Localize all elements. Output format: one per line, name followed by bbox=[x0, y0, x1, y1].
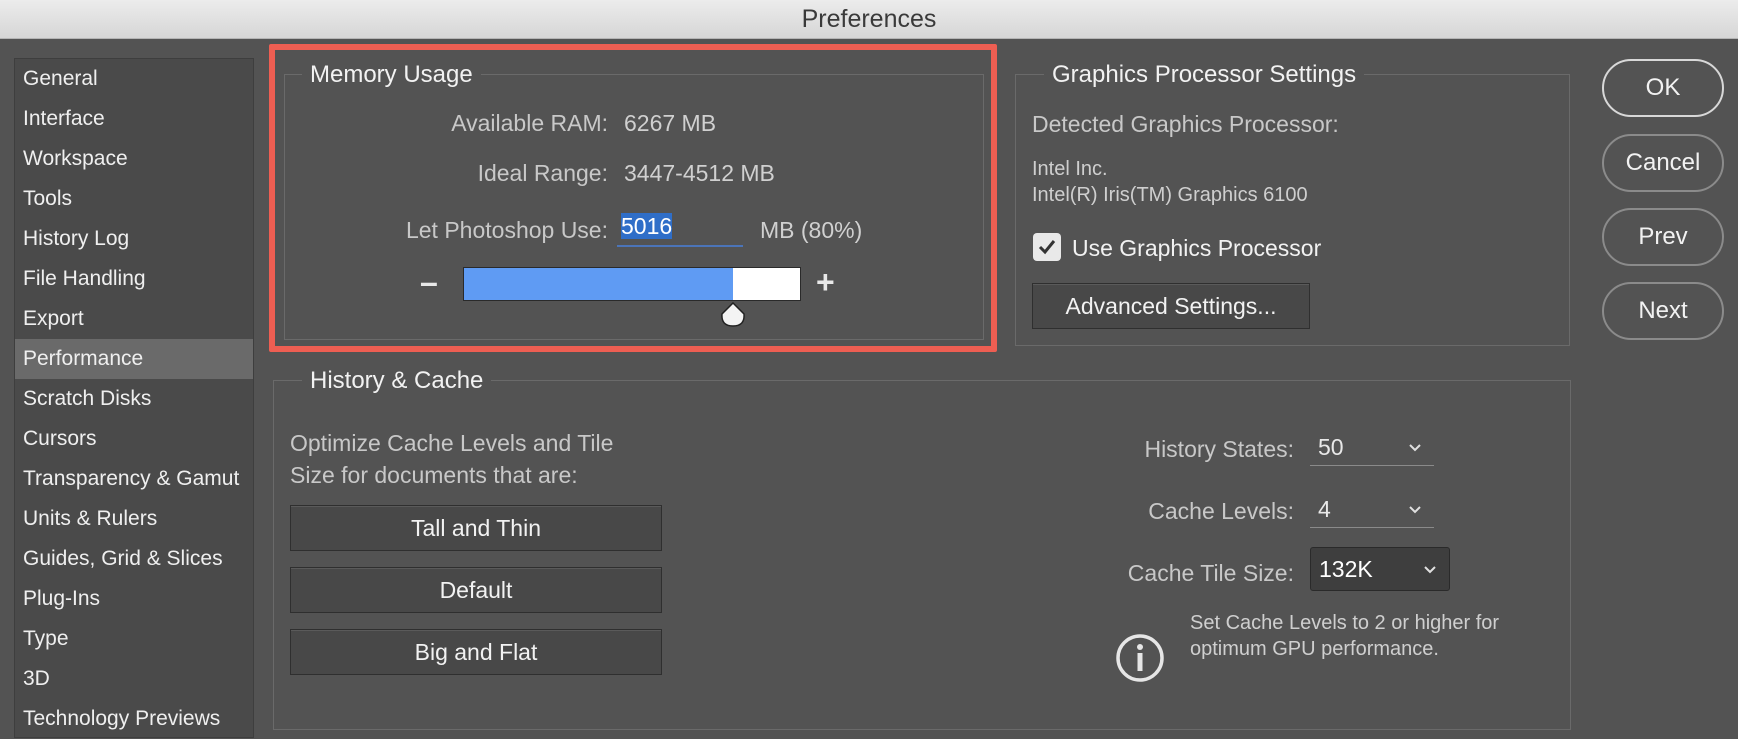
big-and-flat-button[interactable]: Big and Flat bbox=[290, 629, 662, 675]
next-button[interactable]: Next bbox=[1602, 282, 1724, 340]
decrease-memory-button[interactable]: – bbox=[420, 264, 438, 301]
sidebar-item-units-rulers[interactable]: Units & Rulers bbox=[15, 499, 253, 539]
gpu-model: Intel(R) Iris(TM) Graphics 6100 bbox=[1032, 184, 1308, 206]
chevron-down-icon bbox=[1424, 566, 1436, 574]
increase-memory-button[interactable]: + bbox=[816, 264, 835, 301]
sidebar-item-plug-ins[interactable]: Plug-Ins bbox=[15, 579, 253, 619]
use-gpu-label[interactable]: Use Graphics Processor bbox=[1072, 235, 1321, 262]
memory-usage-highlight bbox=[269, 44, 997, 352]
cache-tile-size-dropdown[interactable]: 132K bbox=[1310, 547, 1450, 591]
cache-tile-size-label: Cache Tile Size: bbox=[1127, 560, 1294, 586]
gpu-note-line1: Set Cache Levels to 2 or higher for bbox=[1190, 612, 1500, 634]
history-cache-title: History & Cache bbox=[302, 367, 492, 395]
sidebar-item-technology-previews[interactable]: Technology Previews bbox=[15, 699, 253, 739]
cancel-button[interactable]: Cancel bbox=[1602, 134, 1724, 192]
ideal-range-value: 3447-4512 MB bbox=[624, 160, 775, 186]
sidebar-item-scratch-disks[interactable]: Scratch Disks bbox=[15, 379, 253, 419]
info-icon bbox=[1116, 634, 1164, 682]
photoshop-use-label: Let Photoshop Use: bbox=[405, 217, 608, 243]
ok-button[interactable]: OK bbox=[1602, 59, 1724, 117]
sidebar-item-3d[interactable]: 3D bbox=[15, 659, 253, 699]
memory-slider[interactable] bbox=[463, 267, 801, 301]
cache-levels-dropdown[interactable]: 4 bbox=[1310, 492, 1434, 528]
cache-levels-label: Cache Levels: bbox=[1148, 498, 1294, 524]
sidebar-item-cursors[interactable]: Cursors bbox=[15, 419, 253, 459]
cache-tile-size-value: 132K bbox=[1319, 555, 1373, 582]
sidebar-item-history-log[interactable]: History Log bbox=[15, 219, 253, 259]
detected-gpu-label: Detected Graphics Processor: bbox=[1032, 111, 1339, 137]
sidebar-item-interface[interactable]: Interface bbox=[15, 99, 253, 139]
window-titlebar: Preferences bbox=[0, 0, 1738, 39]
gpu-vendor: Intel Inc. bbox=[1032, 158, 1108, 180]
cache-levels-value: 4 bbox=[1318, 496, 1331, 522]
photoshop-use-input[interactable]: 5016 bbox=[617, 213, 743, 247]
sidebar-item-general[interactable]: General bbox=[15, 59, 253, 99]
memory-slider-thumb[interactable] bbox=[720, 302, 746, 328]
sidebar-item-transparency-gamut[interactable]: Transparency & Gamut bbox=[15, 459, 253, 499]
photoshop-use-suffix: MB (80%) bbox=[760, 217, 863, 243]
available-ram-value: 6267 MB bbox=[624, 110, 717, 136]
photoshop-use-value: 5016 bbox=[621, 213, 673, 239]
sidebar-item-export[interactable]: Export bbox=[15, 299, 253, 339]
sidebar-item-tools[interactable]: Tools bbox=[15, 179, 253, 219]
checkmark-icon bbox=[1038, 240, 1056, 255]
sidebar-item-workspace[interactable]: Workspace bbox=[15, 139, 253, 179]
sidebar-item-performance[interactable]: Performance bbox=[15, 339, 253, 379]
sidebar-item-file-handling[interactable]: File Handling bbox=[15, 259, 253, 299]
available-ram-label: Available RAM: bbox=[451, 110, 608, 136]
sidebar-item-type[interactable]: Type bbox=[15, 619, 253, 659]
history-states-dropdown[interactable]: 50 bbox=[1310, 430, 1434, 466]
ideal-range-label: Ideal Range: bbox=[477, 160, 608, 186]
gpu-note-line2: optimum GPU performance. bbox=[1190, 638, 1439, 660]
prev-button[interactable]: Prev bbox=[1602, 208, 1724, 266]
window-title: Preferences bbox=[801, 4, 937, 33]
gpu-settings-title: Graphics Processor Settings bbox=[1044, 61, 1365, 89]
tall-and-thin-button[interactable]: Tall and Thin bbox=[290, 505, 662, 551]
optimize-text-line2: Size for documents that are: bbox=[290, 462, 578, 488]
history-states-label: History States: bbox=[1144, 436, 1294, 462]
optimize-text-line1: Optimize Cache Levels and Tile bbox=[290, 430, 614, 456]
history-states-value: 50 bbox=[1318, 434, 1344, 460]
preferences-sidebar: General Interface Workspace Tools Histor… bbox=[14, 58, 254, 738]
sidebar-item-guides-grid-slices[interactable]: Guides, Grid & Slices bbox=[15, 539, 253, 579]
memory-slider-fill bbox=[464, 268, 733, 300]
use-gpu-checkbox[interactable] bbox=[1033, 233, 1061, 261]
default-button[interactable]: Default bbox=[290, 567, 662, 613]
chevron-down-icon bbox=[1409, 506, 1421, 514]
chevron-down-icon bbox=[1409, 444, 1421, 452]
advanced-settings-button[interactable]: Advanced Settings... bbox=[1032, 283, 1310, 329]
